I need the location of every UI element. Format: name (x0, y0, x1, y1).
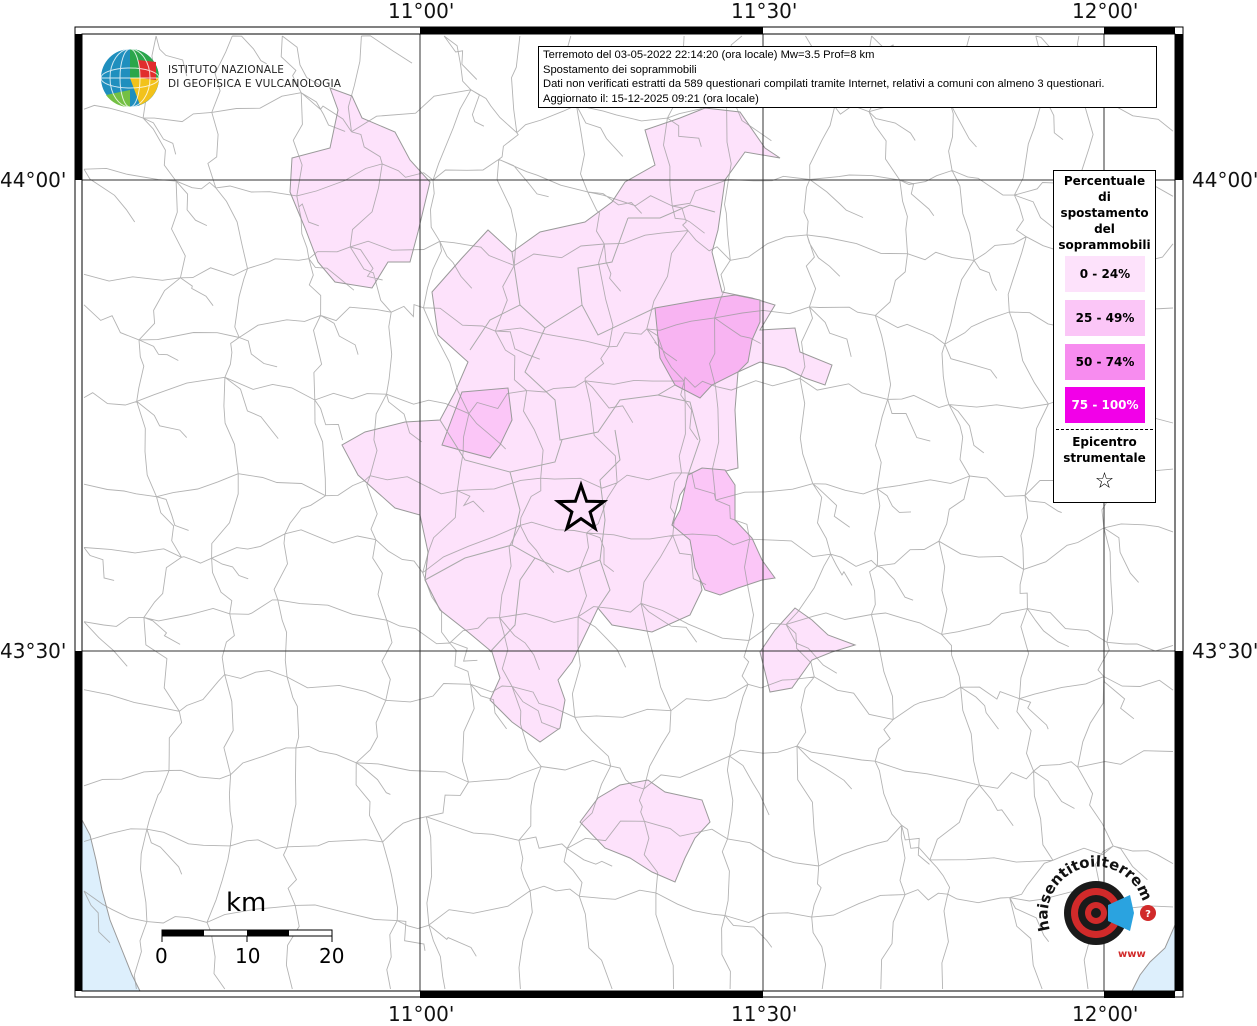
lat-label-left-1: 44°00' (0, 168, 67, 192)
intensity-map: ? haisentitoilterremoto.it www (0, 0, 1184, 998)
legend-class-25-49: 25 - 49% (1065, 300, 1145, 336)
lon-label-bottom-1: 11°00' (388, 1002, 455, 1026)
info-line-parameter: Spostamento dei soprammobili (543, 63, 697, 76)
legend-title-line: di (1098, 190, 1111, 204)
map-legend: Percentuale di spostamento del soprammob… (1053, 170, 1156, 503)
legend-separator (1056, 429, 1153, 430)
lon-label-top-1: 11°00' (388, 0, 455, 23)
lat-label-left-2: 43°30' (0, 639, 67, 663)
lon-label-top-2: 11°30' (731, 0, 798, 23)
legend-class-50-74: 50 - 74% (1065, 344, 1145, 380)
lon-label-bottom-3: 12°00' (1072, 1002, 1139, 1026)
legend-title-line: spostamento (1060, 206, 1149, 220)
legend-epicenter-line: strumentale (1063, 451, 1146, 465)
event-info-box: Terremoto del 03-05-2022 22:14:20 (ora l… (538, 46, 1157, 108)
info-line-event: Terremoto del 03-05-2022 22:14:20 (ora l… (543, 49, 875, 61)
scale-unit: km (226, 888, 267, 918)
legend-title: Percentuale di spostamento del soprammob… (1054, 173, 1155, 253)
legend-epicenter-line: Epicentro (1072, 435, 1137, 449)
watermark-www: www (1118, 949, 1146, 960)
legend-title-line: soprammobili (1058, 238, 1151, 252)
legend-title-line: Percentuale (1063, 174, 1146, 188)
ingv-globe-logo (100, 48, 160, 108)
info-line-source: Dati non verificati estratti da 589 ques… (543, 78, 1105, 91)
legend-title-line: del (1094, 222, 1115, 236)
lat-label-right-1: 44°00' (1192, 168, 1257, 192)
lon-label-bottom-2: 11°30' (731, 1002, 798, 1026)
legend-class-75-100: 75 - 100% (1065, 387, 1145, 423)
scale-tick-10: 10 (235, 944, 261, 968)
ingv-line2: DI GEOFISICA E VULCANOLOGIA (168, 78, 342, 90)
lat-label-right-2: 43°30' (1192, 639, 1257, 663)
legend-class-0-24: 0 - 24% (1065, 256, 1145, 292)
svg-text:?: ? (1145, 909, 1151, 920)
lon-label-top-3: 12°00' (1072, 0, 1139, 23)
legend-epicenter-label: Epicentro strumentale (1054, 434, 1155, 466)
scale-tick-0: 0 (155, 944, 168, 968)
legend-star-icon: ☆ (1094, 469, 1115, 494)
ingv-line1: ISTITUTO NAZIONALE (168, 64, 285, 76)
scale-tick-20: 20 (319, 944, 345, 968)
ingv-logo-text: ISTITUTO NAZIONALE DI GEOFISICA E VULCAN… (168, 63, 341, 91)
info-line-updated: Aggiornato il: 15-12-2025 09:21 (ora loc… (543, 92, 759, 105)
